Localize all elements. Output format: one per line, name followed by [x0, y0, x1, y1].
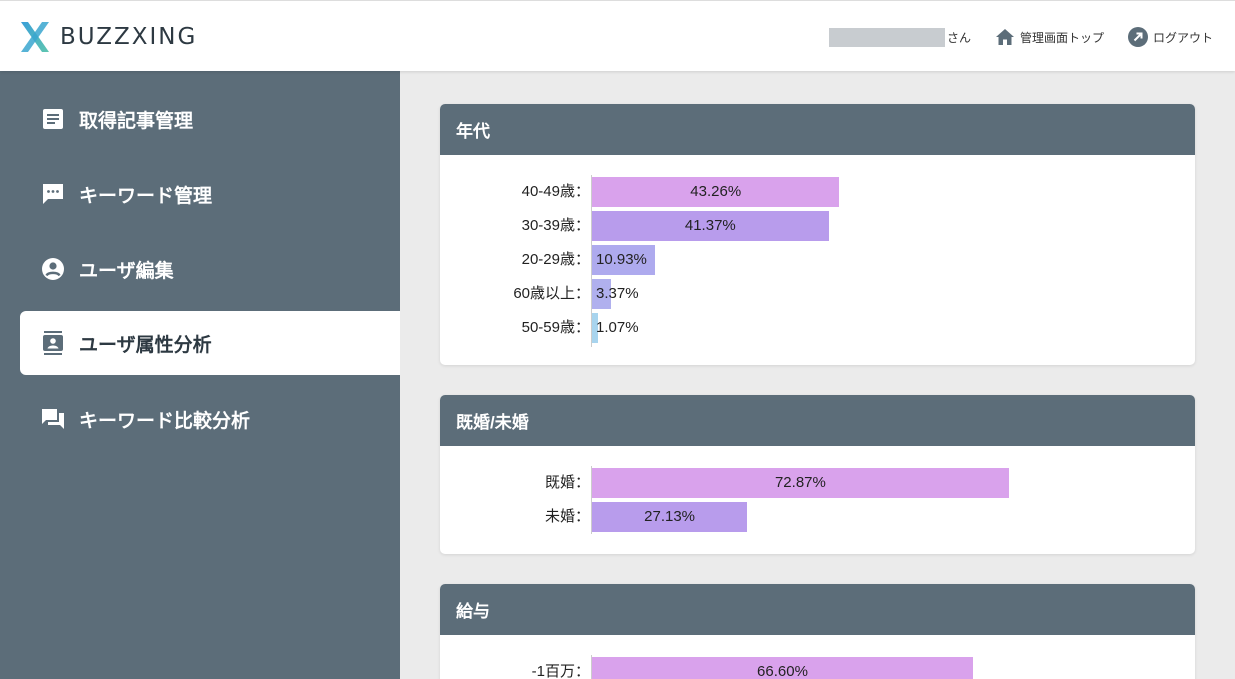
- top-header: BUZZXING さん 管理画面トップ ログアウト: [0, 0, 1235, 71]
- salary-row-label: -1百万：: [531, 663, 590, 679]
- marital-bar-value: 72.87%: [774, 474, 826, 491]
- sidebar-item-label: キーワード比較分析: [79, 410, 251, 432]
- age-card: 年代 40-49歳： 43.26% 30-39歳： 41.37% 20-29歳：…: [440, 104, 1195, 365]
- age-bar-value: 43.26%: [690, 183, 742, 200]
- contact-card-icon: [40, 330, 66, 356]
- age-bar-value: 3.37%: [596, 285, 639, 302]
- age-row: 20-29歳： 10.93%: [440, 245, 1195, 275]
- home-icon: [995, 27, 1015, 47]
- age-row: 50-59歳： 1.07%: [440, 313, 1195, 343]
- marital-row-label: 既婚：: [544, 474, 590, 491]
- age-row: 30-39歳： 41.37%: [440, 211, 1195, 241]
- buzzxing-logo[interactable]: BUZZXING: [18, 19, 197, 55]
- age-bar-value: 1.07%: [596, 319, 639, 336]
- sidebar-item-label: ユーザ属性分析: [79, 334, 212, 356]
- logout-arrow-icon: [1127, 27, 1148, 47]
- user-suffix: さん: [946, 30, 971, 45]
- marital-row: 未婚： 27.13%: [440, 502, 1195, 532]
- logout-link[interactable]: ログアウト: [1127, 27, 1213, 47]
- age-bar-value: 10.93%: [596, 251, 647, 268]
- age-row-label: 20-29歳：: [521, 251, 590, 268]
- admin-top-link[interactable]: 管理画面トップ: [995, 27, 1104, 47]
- account-circle-icon: [40, 256, 66, 282]
- sidebar-item-user-edit[interactable]: ユーザ編集: [20, 237, 400, 301]
- x-logo-icon: [21, 22, 49, 52]
- forum-icon: [40, 406, 66, 432]
- sidebar-item-article-management[interactable]: 取得記事管理: [20, 87, 400, 151]
- age-row-label: 50-59歳：: [521, 319, 590, 336]
- sidebar-item-keyword-comparison[interactable]: キーワード比較分析: [20, 387, 400, 451]
- admin-top-label: 管理画面トップ: [1019, 30, 1104, 45]
- marital-bar-value: 27.13%: [644, 508, 696, 525]
- sidebar: 取得記事管理 キーワード管理 ユーザ編集 ユーザ属性分析 キーワード比較分析: [0, 71, 400, 679]
- logo-text: BUZZXING: [60, 24, 198, 50]
- age-row-label: 30-39歳：: [521, 217, 590, 234]
- marital-card-title: 既婚/未婚: [440, 395, 1195, 446]
- article-icon: [40, 106, 66, 132]
- salary-card: 給与 -1百万： 66.60%: [440, 584, 1195, 679]
- age-row-label: 40-49歳：: [521, 183, 590, 200]
- salary-bar-value: 66.60%: [757, 663, 808, 679]
- marital-row-label: 未婚：: [544, 508, 590, 525]
- marital-card: 既婚/未婚 既婚： 72.87% 未婚： 27.13%: [440, 395, 1195, 554]
- sidebar-item-keyword-management[interactable]: キーワード管理: [20, 162, 400, 226]
- marital-row: 既婚： 72.87%: [440, 468, 1195, 498]
- sidebar-item-label: ユーザ編集: [79, 260, 174, 282]
- age-row: 60歳以上： 3.37%: [440, 279, 1195, 309]
- age-row: 40-49歳： 43.26%: [440, 177, 1195, 207]
- age-bar-value: 41.37%: [684, 217, 736, 234]
- salary-card-title: 給与: [440, 584, 1195, 635]
- logout-label: ログアウト: [1152, 30, 1213, 45]
- sidebar-item-user-attribute-analysis[interactable]: ユーザ属性分析: [20, 311, 400, 375]
- age-row-label: 60歳以上：: [513, 285, 590, 302]
- chat-bubble-icon: [40, 181, 66, 207]
- header-actions: さん 管理画面トップ ログアウト: [828, 25, 1213, 49]
- age-card-title: 年代: [440, 104, 1195, 155]
- salary-row: -1百万： 66.60%: [440, 657, 1195, 679]
- sidebar-item-label: 取得記事管理: [79, 110, 194, 132]
- sidebar-item-label: キーワード管理: [79, 185, 213, 207]
- user-name-redacted: [828, 27, 945, 47]
